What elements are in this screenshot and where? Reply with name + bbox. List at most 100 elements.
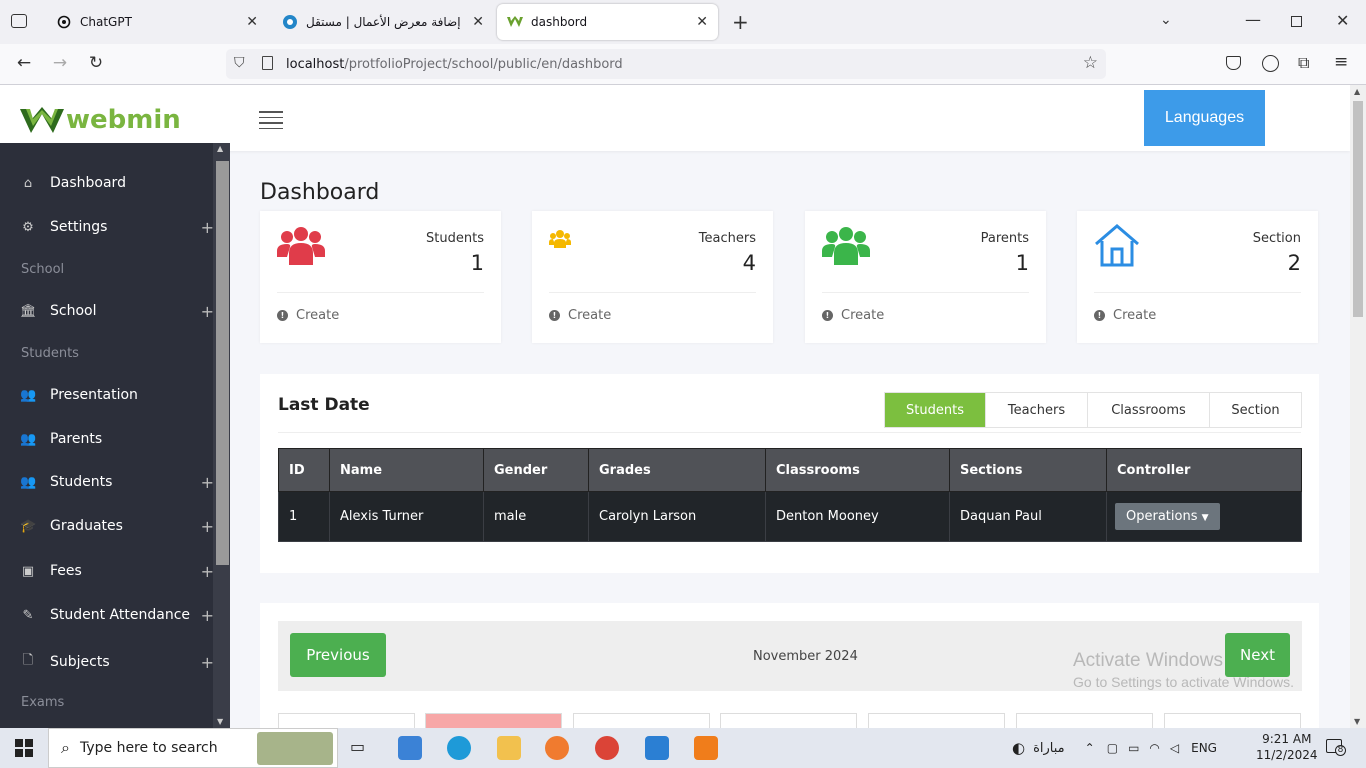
sidebar-scroll-thumb[interactable] — [216, 161, 229, 565]
divider — [549, 292, 756, 293]
sidebar-item-students[interactable]: 👥 Students + — [20, 473, 214, 492]
info-icon: ! — [822, 310, 833, 321]
operations-dropdown-button[interactable]: Operations ▼ — [1115, 503, 1220, 530]
sidebar-item-settings[interactable]: ⚙ Settings + — [20, 218, 214, 237]
taskbar-search[interactable]: ⌕ Type here to search — [48, 728, 338, 768]
card-create-link[interactable]: ! Create — [549, 308, 611, 323]
page-scroll-thumb[interactable] — [1353, 101, 1363, 317]
reload-icon[interactable]: ↻ — [84, 53, 108, 73]
tray-chevron-up-icon[interactable]: ⌃ — [1085, 741, 1095, 755]
calendar-day-cell[interactable] — [425, 713, 562, 728]
weather-text[interactable]: مباراة — [1033, 741, 1065, 756]
scroll-up-icon[interactable]: ▲ — [1354, 87, 1360, 96]
tab-teachers[interactable]: Teachers — [986, 393, 1088, 427]
calendar-day-cell[interactable] — [720, 713, 857, 728]
sidebar-item-school[interactable]: 🏛 School + — [20, 302, 214, 321]
close-window-icon[interactable]: ✕ — [1336, 11, 1349, 30]
notification-center-icon[interactable]: 8 — [1326, 739, 1346, 756]
sidebar-item-dashboard[interactable]: ⌂ Dashboard — [20, 175, 210, 191]
cell-classrooms: Denton Mooney — [765, 491, 950, 542]
card-label: Section — [1252, 231, 1301, 246]
tab-mostaql[interactable]: إضافة معرض الأعمال | مستقل ✕ — [272, 4, 494, 40]
forward-icon[interactable]: → — [48, 53, 72, 73]
calendar-day-cell[interactable] — [868, 713, 1005, 728]
previous-button[interactable]: Previous — [290, 633, 386, 677]
expand-plus-icon[interactable]: + — [201, 606, 214, 625]
sidebar-item-student-attendance[interactable]: ✎ Student Attendance + — [20, 606, 214, 625]
wifi-icon[interactable]: ◠ — [1149, 741, 1159, 755]
battery-icon[interactable]: ▭ — [1128, 741, 1139, 755]
tab-classrooms[interactable]: Classrooms — [1088, 393, 1210, 427]
page-scrollbar[interactable]: ▲ ▼ — [1350, 85, 1366, 728]
minimize-icon[interactable]: — — [1245, 10, 1261, 29]
back-icon[interactable]: ← — [12, 53, 36, 73]
expand-plus-icon[interactable]: + — [201, 473, 214, 492]
tab-overflow-icon[interactable]: ⌄ — [1160, 12, 1172, 28]
menu-icon[interactable]: ≡ — [1334, 52, 1348, 72]
calendar-day-cell[interactable] — [278, 713, 415, 728]
tab-section[interactable]: Section — [1210, 393, 1301, 427]
expand-plus-icon[interactable]: + — [201, 218, 214, 237]
input-language[interactable]: ENG — [1191, 741, 1217, 755]
calendar-day-cell[interactable] — [573, 713, 710, 728]
restore-icon[interactable] — [1291, 16, 1302, 27]
expand-plus-icon[interactable]: + — [201, 517, 214, 536]
clock[interactable]: 9:21 AM 11/2/2024 — [1256, 731, 1318, 763]
sidebar-item-label: Students — [50, 474, 113, 490]
chrome-icon[interactable] — [595, 736, 619, 760]
tab-list-icon[interactable] — [11, 14, 27, 28]
home-icon — [1095, 224, 1139, 267]
card-label: Teachers — [698, 231, 756, 246]
shield-icon: ⛉ — [234, 55, 245, 71]
extensions-icon[interactable]: ⧉ — [1298, 53, 1309, 73]
card-create-link[interactable]: ! Create — [277, 308, 339, 323]
file-explorer-icon[interactable] — [497, 736, 521, 760]
expand-plus-icon[interactable]: + — [201, 653, 214, 672]
account-icon[interactable] — [1262, 55, 1279, 72]
scroll-down-icon[interactable]: ▼ — [217, 717, 223, 726]
card-create-link[interactable]: ! Create — [822, 308, 884, 323]
xampp-icon[interactable] — [694, 736, 718, 760]
stat-card-teachers: Teachers 4 ! Create — [532, 211, 773, 343]
url-bar[interactable]: ⛉ localhost /protfolioProject/school/pub… — [226, 49, 1106, 79]
tab-students[interactable]: Students — [885, 393, 986, 427]
sidebar-item-subjects[interactable]: 🗋 Subjects + — [20, 651, 214, 673]
tab-dashbord[interactable]: dashbord ✕ — [497, 4, 718, 40]
close-icon[interactable]: ✕ — [472, 14, 484, 30]
task-view-icon[interactable]: ▭ — [350, 737, 365, 756]
tab-title: dashbord — [531, 15, 588, 29]
firefox-icon[interactable] — [545, 736, 569, 760]
webmin-favicon — [507, 14, 523, 30]
sidebar-section-school: School — [21, 262, 65, 277]
expand-plus-icon[interactable]: + — [201, 302, 214, 321]
new-tab-button[interactable]: + — [732, 10, 749, 34]
scroll-down-icon[interactable]: ▼ — [1354, 717, 1360, 726]
divider — [278, 432, 1301, 433]
mostaql-icon — [282, 14, 298, 30]
close-icon[interactable]: ✕ — [246, 14, 258, 30]
calendar-day-cell[interactable] — [1016, 713, 1153, 728]
column-header: Controller — [1106, 448, 1302, 492]
sidebar-item-parents[interactable]: 👥 Parents — [20, 431, 210, 447]
bookmark-star-icon[interactable]: ☆ — [1083, 53, 1098, 73]
edge-browser-icon[interactable] — [447, 736, 471, 760]
webmin-logo[interactable]: webmin — [20, 105, 181, 135]
windows-start-icon[interactable] — [15, 739, 33, 757]
vscode-icon[interactable] — [645, 736, 669, 760]
volume-icon[interactable]: ◁ — [1170, 741, 1179, 755]
sidebar-scrollbar[interactable]: ▲ ▼ — [213, 143, 230, 728]
calendar-day-cell[interactable] — [1164, 713, 1301, 728]
tab-chatgpt[interactable]: ChatGPT ✕ — [46, 4, 268, 40]
languages-button[interactable]: Languages — [1144, 90, 1265, 146]
sidebar-item-graduates[interactable]: 🎓 Graduates + — [20, 517, 214, 536]
card-create-link[interactable]: ! Create — [1094, 308, 1156, 323]
cell-gender: male — [483, 491, 589, 542]
close-icon[interactable]: ✕ — [696, 14, 708, 30]
todo-app-icon[interactable] — [398, 736, 422, 760]
pocket-icon[interactable] — [1226, 56, 1241, 70]
sidebar-item-presentation[interactable]: 👥 Presentation — [20, 387, 210, 403]
hamburger-menu-icon[interactable] — [259, 111, 283, 129]
scroll-up-icon[interactable]: ▲ — [217, 144, 223, 153]
expand-plus-icon[interactable]: + — [201, 562, 214, 581]
sidebar-item-fees[interactable]: ▣ Fees + — [20, 562, 214, 581]
